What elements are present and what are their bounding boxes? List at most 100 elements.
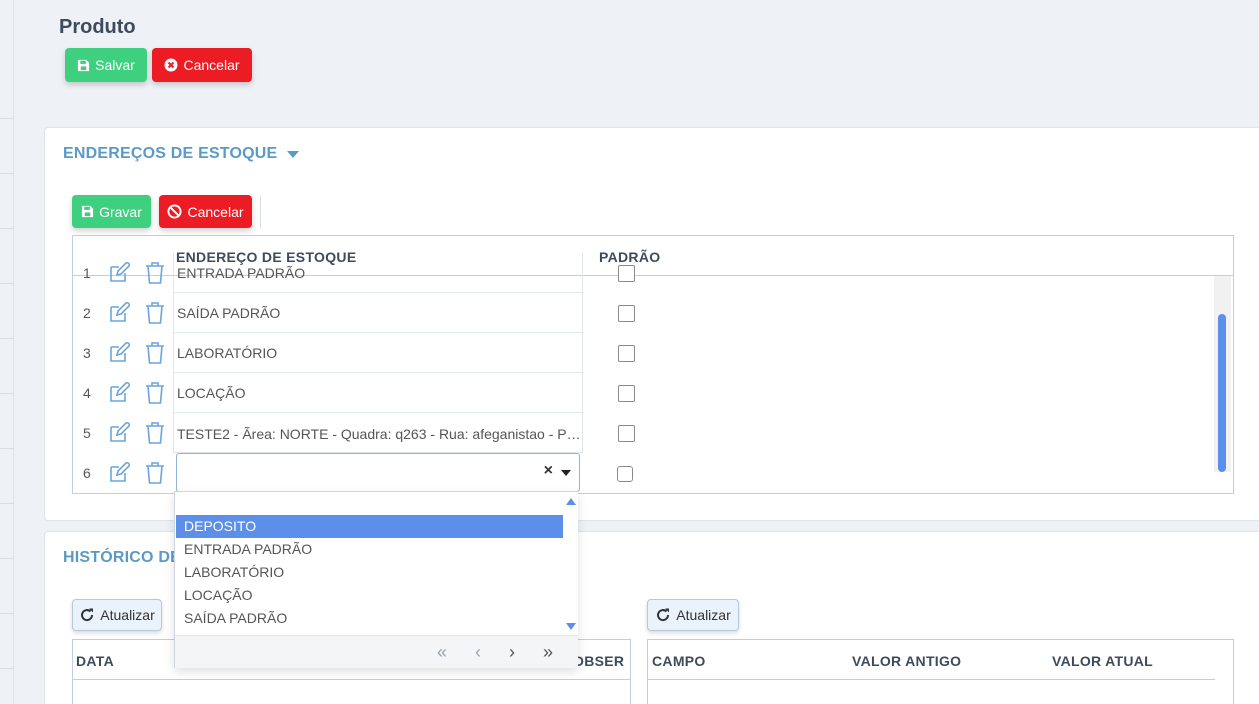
refresh-button-left[interactable]: Atualizar [72,599,162,631]
column-header-date[interactable]: DATA [76,653,114,669]
chevron-down-icon[interactable] [561,470,571,476]
default-checkbox[interactable] [618,425,635,442]
trash-icon[interactable] [145,262,165,284]
table-row[interactable]: 3 LABORATÓRIO [73,333,1213,373]
dropdown-option[interactable]: LABORATÓRIO [176,561,563,584]
record-button-label: Gravar [99,203,142,220]
dropdown-option[interactable]: LOCAÇÃO [176,584,563,607]
rail-divider [0,613,14,614]
address-value: SAÍDA PADRÃO [177,305,281,321]
last-page-button[interactable]: » [543,642,553,663]
clear-icon[interactable]: × [544,462,553,480]
save-button[interactable]: Salvar [65,48,147,82]
table-row[interactable]: 5 TESTE2 - Ãrea: NORTE - Quadra: q263 -… [73,413,1213,453]
floppy-icon [82,205,94,218]
column-header-obs[interactable]: OBSER [573,653,624,669]
refresh-button-right[interactable]: Atualizar [647,599,739,631]
address-cell[interactable]: LOCAÇÃO [173,373,583,413]
rail-divider [0,448,14,449]
prev-page-button[interactable]: ‹ [475,642,481,663]
first-page-button[interactable]: « [437,642,447,663]
column-header-new-value[interactable]: VALOR ATUAL [1052,653,1153,669]
rail-divider [0,228,14,229]
default-checkbox[interactable] [618,385,635,402]
rail-divider [0,393,14,394]
page-title: Produto [59,16,136,38]
stock-section-header[interactable]: ENDEREÇOS DE ESTOQUE [63,145,300,163]
cancel-button-label: Cancelar [183,57,240,73]
address-value: LOCAÇÃO [177,385,246,401]
table-row[interactable]: 4 LOCAÇÃO [73,373,1213,413]
address-cell[interactable]: TESTE2 - Ãrea: NORTE - Quadra: q263 - R… [173,413,583,453]
edit-icon[interactable] [108,302,130,324]
trash-icon[interactable] [145,382,165,404]
column-header-old-value[interactable]: VALOR ANTIGO [852,653,961,669]
rail-divider [0,503,14,504]
left-rail [0,0,14,704]
row-number: 1 [83,265,91,281]
address-cell[interactable]: LABORATÓRIO [173,333,583,373]
rail-divider [0,558,14,559]
history-table-header: CAMPO VALOR ANTIGO VALOR ATUAL [648,640,1215,680]
edit-icon[interactable] [108,262,130,284]
address-value: ENTRADA PADRÃO [177,265,306,281]
rail-divider [0,668,14,669]
floppy-icon [78,59,90,71]
table-row[interactable]: 2 SAÍDA PADRÃO [73,293,1213,333]
edit-icon[interactable] [108,422,130,444]
trash-icon[interactable] [145,302,165,324]
address-value: TESTE2 - Ãrea: NORTE - Quadra: q263 - R… [177,426,581,442]
refresh-icon [81,608,94,622]
trash-icon[interactable] [145,422,165,444]
history-section-title: HISTÓRICO DE [63,549,181,566]
refresh-icon [657,608,670,622]
default-checkbox[interactable] [618,305,635,322]
history-section-header[interactable]: HISTÓRICO DE [63,549,181,567]
edit-icon[interactable] [108,382,130,404]
grid-scrollbar[interactable] [1214,276,1231,472]
history-table-right: CAMPO VALOR ANTIGO VALOR ATUAL [647,639,1234,704]
refresh-button-label: Atualizar [676,607,731,623]
rail-divider [0,118,14,119]
cancel-button[interactable]: Cancelar [152,48,252,82]
next-page-button[interactable]: › [509,642,515,663]
row-number: 3 [83,345,91,361]
dropdown-option[interactable]: SAÍDA PADRÃO [176,607,563,630]
toolbar-divider [260,196,261,228]
save-button-label: Salvar [95,57,135,73]
rail-divider [0,338,14,339]
stock-cancel-button[interactable]: Cancelar [159,195,252,228]
default-checkbox[interactable] [618,345,635,362]
address-value: LABORATÓRIO [177,345,278,361]
edit-icon[interactable] [108,462,130,484]
row-number: 4 [83,385,91,401]
scroll-down-icon[interactable] [566,623,576,630]
stock-section-title: ENDEREÇOS DE ESTOQUE [63,145,278,162]
address-cell[interactable]: ENTRADA PADRÃO [173,253,583,293]
dropdown-list: DEPOSITO ENTRADA PADRÃO LABORATÓRIO LOCA… [175,492,564,635]
ban-icon [167,204,183,219]
trash-icon[interactable] [145,342,165,364]
row-number: 2 [83,305,91,321]
dropdown-scrollbar[interactable] [564,492,578,635]
rail-divider [0,173,14,174]
close-circle-icon [164,58,178,72]
rail-divider [0,283,14,284]
stock-cancel-button-label: Cancelar [187,203,244,220]
record-button[interactable]: Gravar [72,195,151,228]
edit-icon[interactable] [108,342,130,364]
dropdown-option[interactable]: DEPOSITO [176,515,563,538]
default-checkbox[interactable] [617,466,633,482]
scroll-up-icon[interactable] [566,498,576,505]
address-cell[interactable]: SAÍDA PADRÃO [173,293,583,333]
row-number: 6 [83,465,91,481]
column-header-field[interactable]: CAMPO [652,653,706,669]
stock-address-combobox[interactable]: × [176,453,580,492]
row-number: 5 [83,425,91,441]
dropdown-option[interactable]: ENTRADA PADRÃO [176,538,563,561]
dropdown-pager: « ‹ › » [175,635,578,668]
grid-scrollbar-thumb[interactable] [1218,314,1226,472]
trash-icon[interactable] [145,462,165,484]
table-row[interactable]: 1 ENTRADA PADRÃO [73,253,1213,293]
default-checkbox[interactable] [618,265,635,282]
